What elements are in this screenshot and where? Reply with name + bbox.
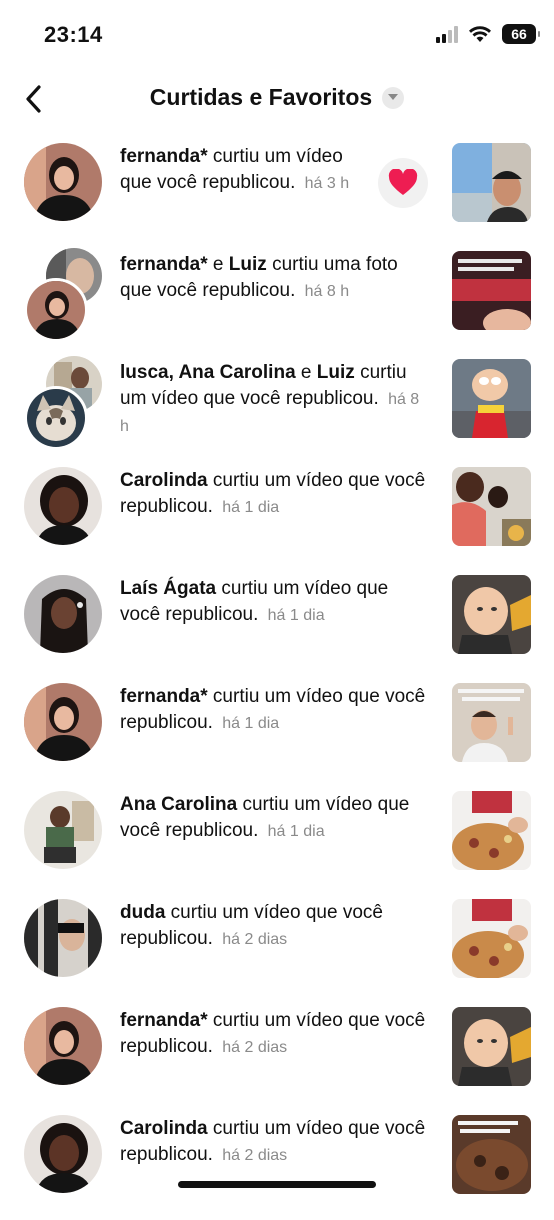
battery-level: 66	[511, 26, 527, 42]
video-thumbnail[interactable]	[452, 143, 531, 222]
notification-text: fernanda* curtiu um vídeo que você repub…	[120, 684, 432, 737]
user-names-secondary[interactable]: Luiz	[229, 254, 267, 275]
status-bar: 23:14 66	[0, 0, 554, 70]
timestamp: há 3 h	[304, 175, 350, 192]
video-thumbnail[interactable]	[452, 467, 531, 546]
list-item[interactable]: duda curtiu um vídeo que você republicou…	[0, 896, 554, 1004]
heart-icon	[388, 169, 418, 195]
avatar[interactable]	[24, 1115, 102, 1193]
timestamp: há 1 dia	[222, 499, 280, 516]
timestamp: há 2 dias	[222, 1147, 288, 1164]
user-names[interactable]: fernanda*	[120, 686, 208, 707]
notification-text: Carolinda curtiu um vídeo que você repub…	[120, 468, 432, 521]
title-dropdown[interactable]: Curtidas e Favoritos	[0, 84, 554, 111]
connector-text: e	[212, 254, 224, 275]
connector-text: e	[300, 362, 312, 383]
page-title: Curtidas e Favoritos	[149, 84, 373, 110]
header: Curtidas e Favoritos	[0, 70, 554, 130]
timestamp: há 1 dia	[267, 607, 325, 624]
notification-text: lusca, Ana Carolina e Luiz curtiu um víd…	[120, 360, 432, 440]
caret-down-icon	[382, 86, 405, 109]
avatar[interactable]	[24, 899, 102, 977]
avatar[interactable]	[24, 467, 102, 545]
user-names-secondary[interactable]: Luiz	[317, 362, 355, 383]
user-names[interactable]: fernanda*	[120, 1010, 208, 1031]
notification-text: Carolinda curtiu um vídeo que você repub…	[120, 1116, 432, 1169]
user-names[interactable]: fernanda*	[120, 146, 208, 167]
video-thumbnail[interactable]	[452, 683, 531, 762]
notification-text: duda curtiu um vídeo que você republicou…	[120, 900, 432, 953]
video-thumbnail[interactable]	[452, 899, 531, 978]
video-thumbnail[interactable]	[452, 791, 531, 870]
status-time: 23:14	[44, 22, 103, 47]
timestamp: há 8 h	[304, 283, 350, 300]
avatar[interactable]	[24, 278, 88, 342]
list-item[interactable]: Carolinda curtiu um vídeo que você repub…	[0, 464, 554, 572]
timestamp: há 2 dias	[222, 1039, 288, 1056]
user-names[interactable]: lusca, Ana Carolina	[120, 362, 296, 383]
user-names[interactable]: Laís Ágata	[120, 578, 216, 599]
notification-text: fernanda* curtiu um vídeo que você repub…	[120, 1008, 432, 1061]
list-item[interactable]: Ana Carolina curtiu um vídeo que você re…	[0, 788, 554, 896]
notification-text: fernanda* curtiu um vídeo que você repub…	[120, 144, 370, 197]
avatar[interactable]	[24, 575, 102, 653]
user-names[interactable]: Carolinda	[120, 470, 208, 491]
video-thumbnail[interactable]	[452, 1115, 531, 1194]
avatar[interactable]	[24, 791, 102, 869]
video-thumbnail[interactable]	[452, 575, 531, 654]
home-indicator[interactable]	[178, 1181, 376, 1188]
notification-text: Laís Ágata curtiu um vídeo que você repu…	[120, 576, 432, 629]
status-icons: 66	[436, 22, 540, 46]
list-item[interactable]: fernanda* curtiu um vídeo que você repub…	[0, 680, 554, 788]
user-names[interactable]: Ana Carolina	[120, 794, 237, 815]
user-names[interactable]: duda	[120, 902, 165, 923]
notification-list: fernanda* curtiu um vídeo que você repub…	[0, 140, 554, 1220]
list-item[interactable]: Carolinda curtiu um vídeo que você repub…	[0, 1112, 554, 1220]
video-thumbnail[interactable]	[452, 1007, 531, 1086]
timestamp: há 1 dia	[222, 715, 280, 732]
list-item[interactable]: Laís Ágata curtiu um vídeo que você repu…	[0, 572, 554, 680]
avatar[interactable]	[24, 683, 102, 761]
list-item[interactable]: fernanda* e Luiz curtiu uma foto que voc…	[0, 248, 554, 356]
video-thumbnail[interactable]	[452, 359, 531, 438]
like-button[interactable]	[378, 158, 428, 208]
battery-icon: 66	[502, 24, 540, 44]
notification-text: fernanda* e Luiz curtiu uma foto que voc…	[120, 252, 432, 305]
timestamp: há 2 dias	[222, 931, 288, 948]
list-item[interactable]: fernanda* curtiu um vídeo que você repub…	[0, 140, 554, 248]
signal-icon	[436, 25, 458, 43]
notification-text: Ana Carolina curtiu um vídeo que você re…	[120, 792, 432, 845]
list-item[interactable]: fernanda* curtiu um vídeo que você repub…	[0, 1004, 554, 1112]
list-item[interactable]: lusca, Ana Carolina e Luiz curtiu um víd…	[0, 356, 554, 464]
wifi-icon	[469, 26, 491, 42]
user-names[interactable]: fernanda*	[120, 254, 208, 275]
user-names[interactable]: Carolinda	[120, 1118, 208, 1139]
avatar[interactable]	[24, 143, 102, 221]
video-thumbnail[interactable]	[452, 251, 531, 330]
timestamp: há 1 dia	[267, 823, 325, 840]
avatar[interactable]	[24, 1007, 102, 1085]
avatar[interactable]	[24, 386, 88, 450]
